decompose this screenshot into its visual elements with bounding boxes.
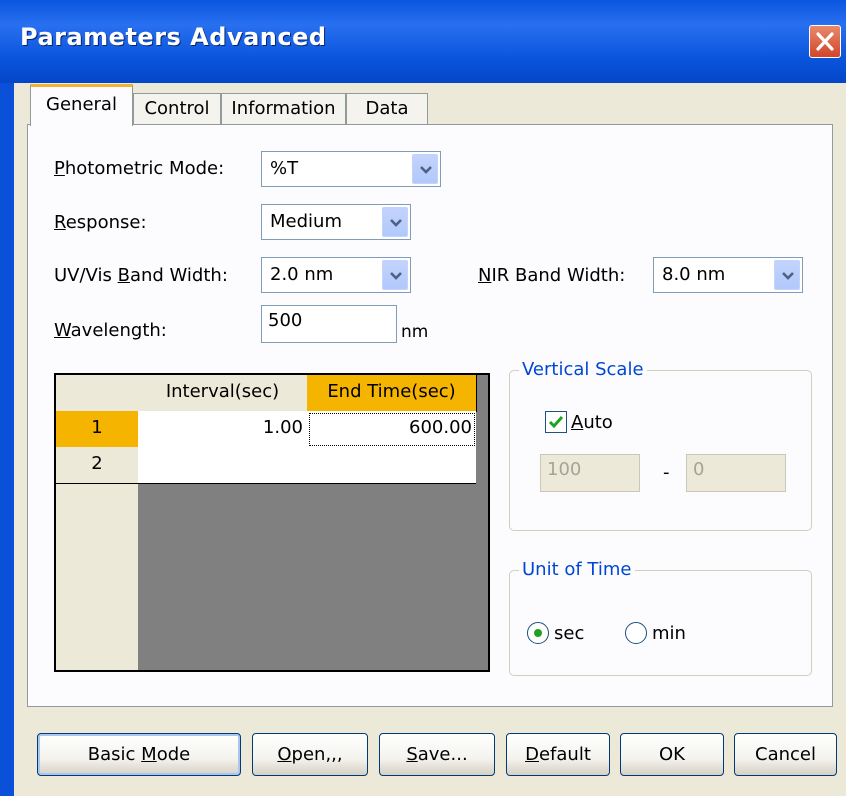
photometric-mode-label: Photometric Mode: [54,158,225,179]
open-button[interactable]: Open,,, [252,733,368,776]
tab-information[interactable]: Information [221,93,346,125]
close-icon [816,32,834,51]
window-title: Parameters Advanced [20,23,327,51]
wavelength-unit: nm [401,322,429,342]
auto-label[interactable]: Auto [571,412,613,433]
min-label[interactable]: min [652,623,686,644]
nir-band-width-value: 8.0 nm [662,264,726,285]
response-select[interactable]: Medium [261,204,411,240]
dropdown-button[interactable] [382,207,408,237]
uvvis-band-width-select[interactable]: 2.0 nm [261,257,411,293]
nir-band-width-label: NIR Band Width: [478,265,626,286]
response-value: Medium [270,211,342,232]
close-button[interactable] [809,25,841,58]
table-scrollbar[interactable] [476,412,488,670]
photometric-mode-value: %T [270,158,299,179]
unit-of-time-title: Unit of Time [519,559,635,580]
tab-control[interactable]: Control [133,93,221,125]
vertical-scale-group [509,370,812,531]
row-header[interactable]: 2 [56,447,139,484]
radio-dot [534,629,542,637]
checkmark-icon [548,416,564,429]
scale-min-value: 0 [693,459,705,480]
photometric-mode-select[interactable]: %T [261,151,441,187]
table-cell-focused[interactable]: 600.00 [307,411,477,448]
cancel-button[interactable]: Cancel [734,733,837,776]
nir-band-width-select[interactable]: 8.0 nm [653,257,803,293]
wavelength-input[interactable]: 500 [261,305,397,343]
table-cell[interactable] [138,447,308,484]
sec-radio[interactable] [527,622,549,644]
wavelength-value: 500 [268,310,303,331]
default-button[interactable]: Default [506,733,610,776]
ok-button[interactable]: OK [620,733,724,776]
uvvis-band-width-value: 2.0 nm [270,264,334,285]
dropdown-button[interactable] [382,260,408,290]
tab-general[interactable]: General [30,84,133,126]
table-corner [56,375,139,412]
tab-data[interactable]: Data [346,93,428,125]
scale-max-value: 100 [547,459,582,480]
title-bar: Parameters Advanced [0,0,846,83]
wavelength-label: Wavelength: [54,320,167,341]
chevron-down-icon [390,272,402,280]
auto-checkbox[interactable] [545,411,567,433]
scale-separator: - [663,462,670,483]
scale-min-input: 0 [686,454,786,492]
row-header-selected[interactable]: 1 [56,411,139,448]
save-button[interactable]: Save... [379,733,495,776]
column-header-selected[interactable]: End Time(sec) [307,375,477,412]
table-cell[interactable]: 1.00 [138,411,308,448]
column-header[interactable]: Interval(sec) [138,375,308,412]
chevron-down-icon [390,219,402,227]
response-label: Response: [54,212,147,233]
window-frame-left [0,83,14,796]
dropdown-button[interactable] [774,260,800,290]
chevron-down-icon [782,272,794,280]
min-radio[interactable] [625,622,647,644]
basic-mode-button[interactable]: Basic Mode [37,733,241,776]
dropdown-button[interactable] [412,154,438,184]
table-cell[interactable] [307,447,477,484]
uvvis-band-width-label: UV/Vis Band Width: [54,265,228,286]
scale-max-input: 100 [540,454,640,492]
interval-table[interactable]: Interval(sec) End Time(sec) 1 1.00 600.0… [54,373,490,672]
chevron-down-icon [420,166,432,174]
vertical-scale-title: Vertical Scale [519,359,647,380]
sec-label[interactable]: sec [554,623,584,644]
